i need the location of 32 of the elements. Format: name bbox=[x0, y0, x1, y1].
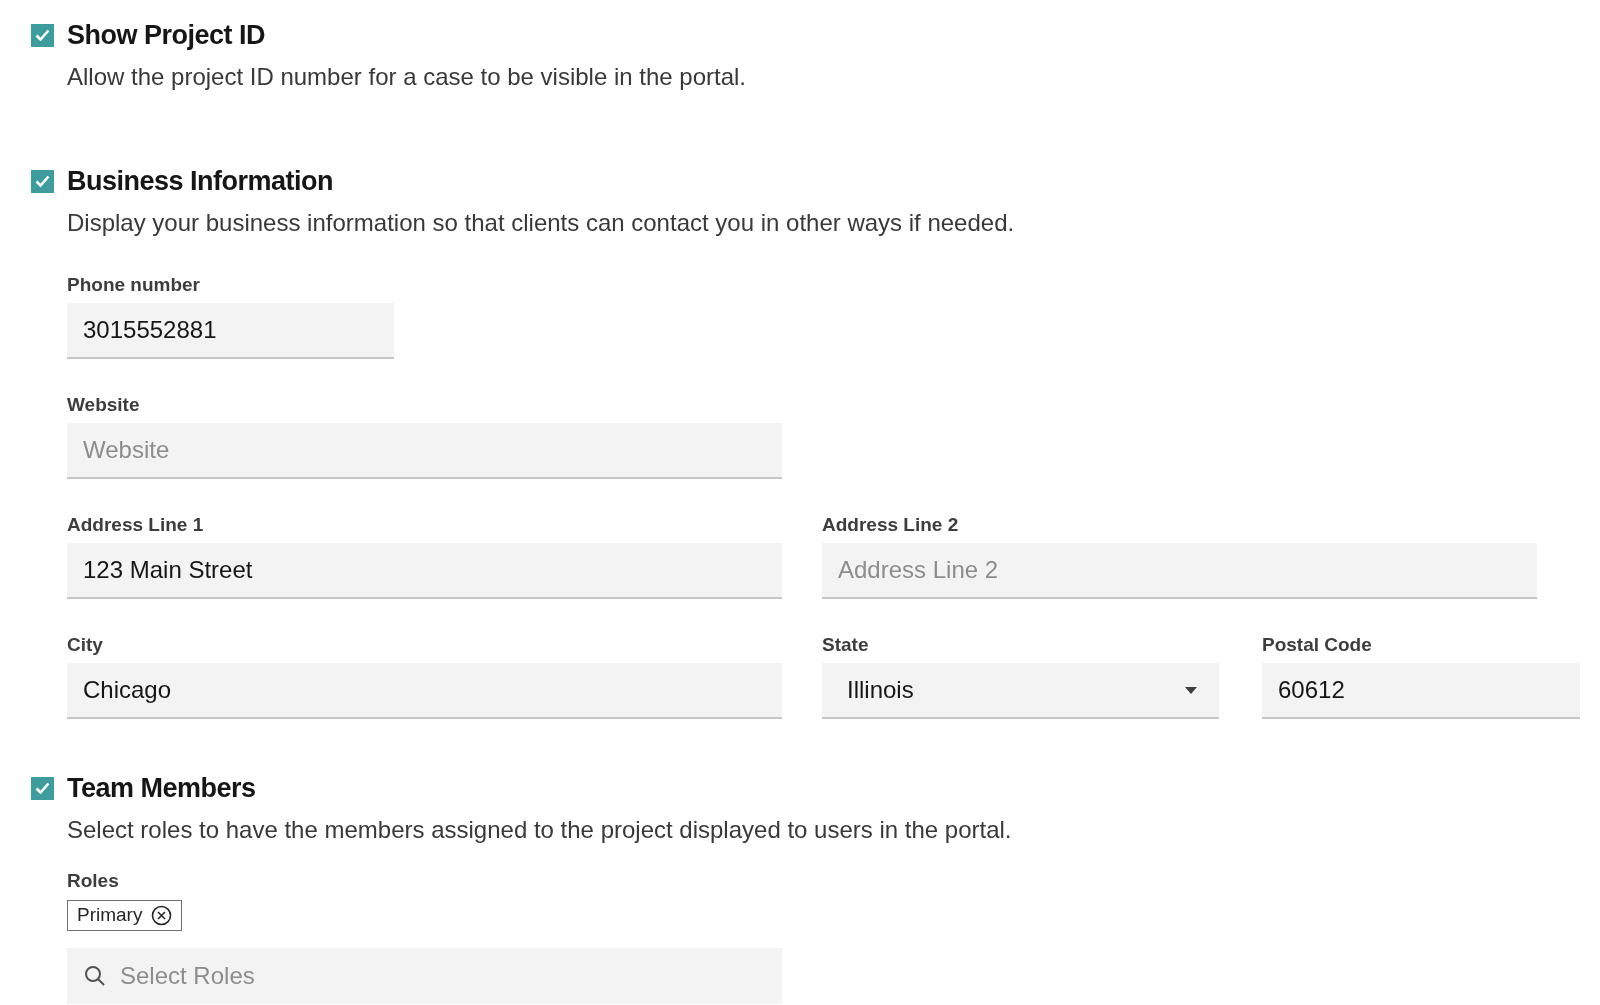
search-field[interactable]: Select Roles bbox=[67, 948, 782, 1004]
input-field[interactable]: Address Line 2 bbox=[822, 543, 1537, 599]
input-field[interactable]: 3015552881 bbox=[67, 303, 394, 359]
section-title: Team Members bbox=[67, 772, 256, 805]
caret-icon bbox=[1185, 686, 1197, 694]
field-label: Address Line 1 bbox=[67, 514, 205, 536]
checkmark-icon bbox=[35, 29, 50, 41]
search-icon bbox=[84, 965, 106, 987]
input-field[interactable]: 123 Main Street bbox=[67, 543, 782, 599]
checkmark-icon bbox=[35, 782, 50, 794]
tag-label: Primary bbox=[77, 903, 143, 928]
field-label: State bbox=[822, 634, 870, 656]
field-label: Address Line 2 bbox=[822, 514, 960, 536]
state-dropdown[interactable]: Illinois bbox=[822, 663, 1219, 719]
checkbox[interactable] bbox=[31, 23, 54, 47]
section-title: Show Project ID bbox=[67, 19, 266, 52]
section-description: Display your business information so that clients can contact you in other ways if needed. bbox=[67, 208, 1016, 238]
checkbox[interactable] bbox=[31, 169, 54, 193]
input-field[interactable]: Chicago bbox=[67, 663, 782, 719]
input-field[interactable]: Website bbox=[67, 423, 782, 479]
checkmark-icon bbox=[35, 175, 50, 187]
field-label: Website bbox=[67, 394, 141, 416]
section-title: Business Information bbox=[67, 165, 334, 198]
section-description: Select roles to have the members assigned to the project displayed to users in the portal. bbox=[67, 815, 1013, 845]
close-icon[interactable] bbox=[151, 905, 173, 926]
section-description: Allow the project ID number for a case to be visible in the portal. bbox=[67, 62, 747, 92]
field-label: City bbox=[67, 634, 104, 656]
field-label: Postal Code bbox=[1262, 634, 1373, 656]
field-label: Roles bbox=[67, 870, 120, 892]
field-label: Phone number bbox=[67, 274, 201, 296]
checkbox[interactable] bbox=[31, 776, 54, 800]
input-field[interactable]: 60612 bbox=[1262, 663, 1580, 719]
